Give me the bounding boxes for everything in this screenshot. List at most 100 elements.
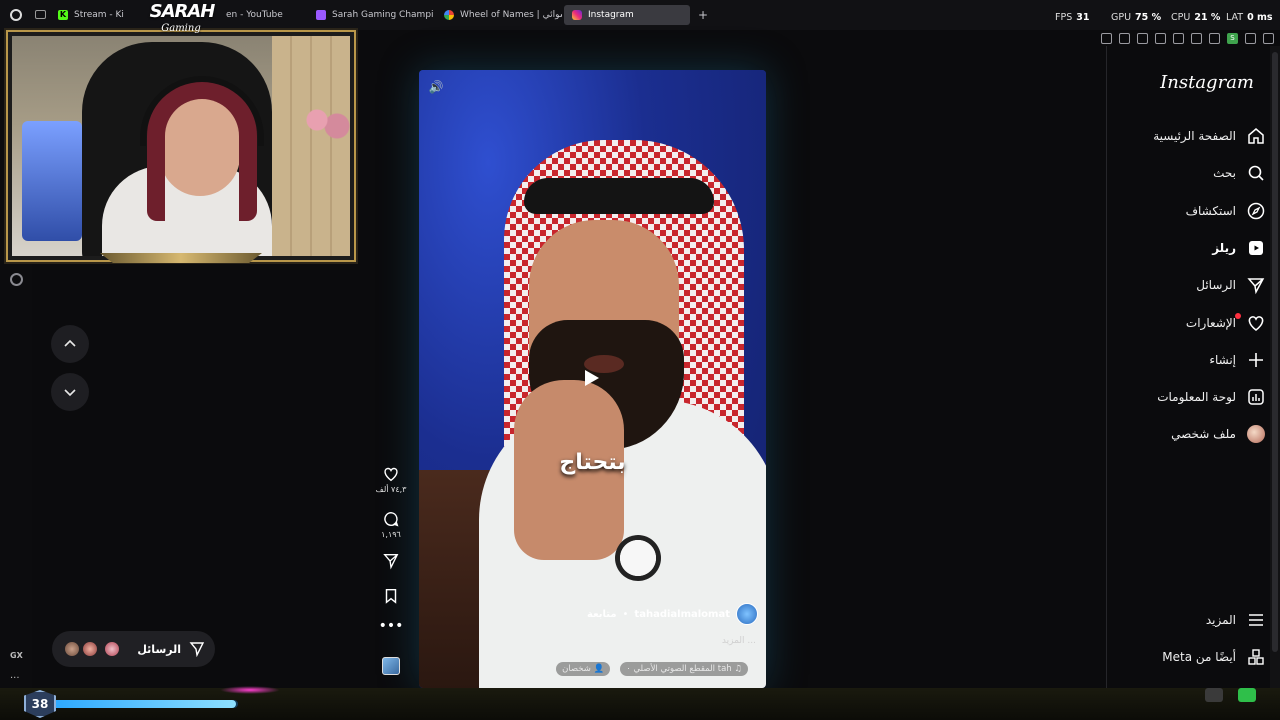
people-tag[interactable]: 👤 شخصان [556,662,611,676]
webcam-video [12,36,350,256]
nav-home[interactable]: الصفحة الرئيسية [1153,124,1266,148]
translate-icon[interactable] [1155,32,1166,44]
tab-kick-stream[interactable]: K Stream - Ki [50,5,145,25]
next-reel-button[interactable] [51,373,89,411]
tab-wheel-of-names[interactable]: Wheel of Names | عشوائي [436,5,562,25]
comment-button[interactable]: ١,١٩٦ [372,510,410,539]
tab-youtube[interactable]: en - YouTube [218,5,308,25]
plus-icon [1249,353,1263,367]
messages-pill-button[interactable]: الرسائل [52,631,215,667]
fps-label: FPS [1055,12,1073,23]
play-icon[interactable] [585,370,599,386]
new-tab-button[interactable]: + [690,5,710,25]
like-button[interactable]: ٧٤,٣ ألف [372,465,410,494]
settings-gear-icon[interactable] [10,273,23,286]
nav-label: استكشاف [1185,204,1236,218]
person-icon: 👤 [593,664,605,674]
menu-icon[interactable] [1263,32,1274,44]
audio-label: المقطع الصوتي الأصلي [633,664,716,674]
webcam-frame [6,30,356,262]
author-avatar[interactable] [736,603,758,625]
nav-dashboard[interactable]: لوحة المعلومات [1157,385,1266,409]
wheel-icon [444,10,454,20]
status-icon [1238,688,1256,702]
adblock-icon[interactable] [1137,32,1148,44]
gx-corner-label[interactable]: GX [10,651,23,660]
dashboard-icon [1248,389,1264,405]
more-options-button[interactable]: ••• [372,619,410,633]
opera-gx-logo-icon[interactable] [10,9,22,21]
gpu-value: 75 % [1135,12,1162,23]
cpu-value: 21 % [1194,12,1221,23]
like-count: ٧٤,٣ ألف [375,485,407,494]
xp-glow [220,686,280,694]
nav-label: الإشعارات [1185,316,1236,330]
nav-explore[interactable]: استكشاف [1186,199,1266,223]
tab-island-icon[interactable] [35,10,46,19]
nav-messages[interactable]: الرسائل [1196,273,1266,297]
previous-reel-button[interactable] [51,325,89,363]
gpu-stat: GPU 75 % [1111,12,1161,23]
people-label: شخصان [562,664,591,674]
nav-notifications[interactable]: الإشعارات [1186,311,1266,335]
pin-icon[interactable] [1101,32,1112,44]
page-icon [316,10,326,20]
tab-label: Sarah Gaming Champion [332,10,434,20]
audio-thumbnail[interactable] [382,657,400,675]
nav-label: المزيد [1205,613,1236,627]
reel-video[interactable]: 🔊 بتحتاج tahadialmalomat • متابعة ... ال… [419,70,766,688]
scrollbar-thumb[interactable] [1272,52,1278,652]
audio-user: tah [717,664,732,674]
fps-stat: FPS 31 [1055,12,1089,23]
audio-chip[interactable]: ♫ tah المقطع الصوتي الأصلي ٠ [620,662,748,676]
comment-count: ١,١٩٦ [381,530,401,539]
bookmark-heart-icon[interactable] [1191,32,1202,44]
share-button[interactable] [372,552,410,570]
cpu-stat: CPU 21 % [1171,12,1220,23]
stream-brand-sub: Gaming [161,23,201,34]
avatar [64,641,80,657]
nav-create[interactable]: إنشاء [1209,348,1266,372]
nav-also-from-meta[interactable]: أيضًا من Meta [1162,645,1266,669]
tab-label: Stream - Ki [74,10,124,20]
reel-author[interactable]: tahadialmalomat • متابعة [587,603,758,625]
instagram-logo[interactable]: Instagram [1160,72,1254,93]
hamburger-icon [1249,614,1263,626]
sidebar-more-icon[interactable]: ... [10,670,20,681]
page-scrollbar[interactable] [1270,46,1280,690]
play-icon[interactable] [1173,32,1184,44]
nav-label: ريلز [1212,241,1236,255]
tab-sarah-gaming-champion[interactable]: Sarah Gaming Champion [308,5,434,25]
kick-icon: K [58,10,68,20]
screenshot-icon[interactable] [1119,32,1130,44]
extension-s-icon[interactable]: S [1227,32,1238,44]
extensions-icon[interactable] [1209,32,1220,44]
heart-icon [384,467,398,482]
audio-count: ٠ [626,664,631,674]
notification-dot [1235,313,1241,319]
audio-toggle-icon[interactable]: 🔊 [427,78,445,96]
lat-label: LAT [1226,12,1244,23]
nav-profile[interactable]: ملف شخصي [1171,422,1266,446]
sidebar-divider [1106,46,1107,690]
reel-caption: بتحتاج [559,450,626,475]
tab-instagram[interactable]: Instagram [564,5,690,25]
download-icon[interactable] [1245,32,1256,44]
send-icon [189,642,205,657]
follow-button[interactable]: متابعة [587,609,617,620]
nav-more[interactable]: المزيد [1206,608,1266,632]
reel-more-text[interactable]: ... المزيد [722,636,756,646]
messages-pill-label: الرسائل [137,642,181,656]
webcam-frame-ornament [100,253,262,263]
comment-icon [384,511,399,527]
author-name[interactable]: tahadialmalomat [634,609,730,620]
save-button[interactable] [372,587,410,605]
nav-search[interactable]: بحث [1213,161,1266,185]
nav-label: لوحة المعلومات [1157,390,1236,404]
xp-progress-fill [48,700,237,708]
nav-reels[interactable]: ريلز [1212,236,1266,260]
nav-label: بحث [1213,166,1236,180]
nav-label: ملف شخصي [1171,427,1236,441]
avatar [104,641,120,657]
messages-avatars [64,641,120,657]
